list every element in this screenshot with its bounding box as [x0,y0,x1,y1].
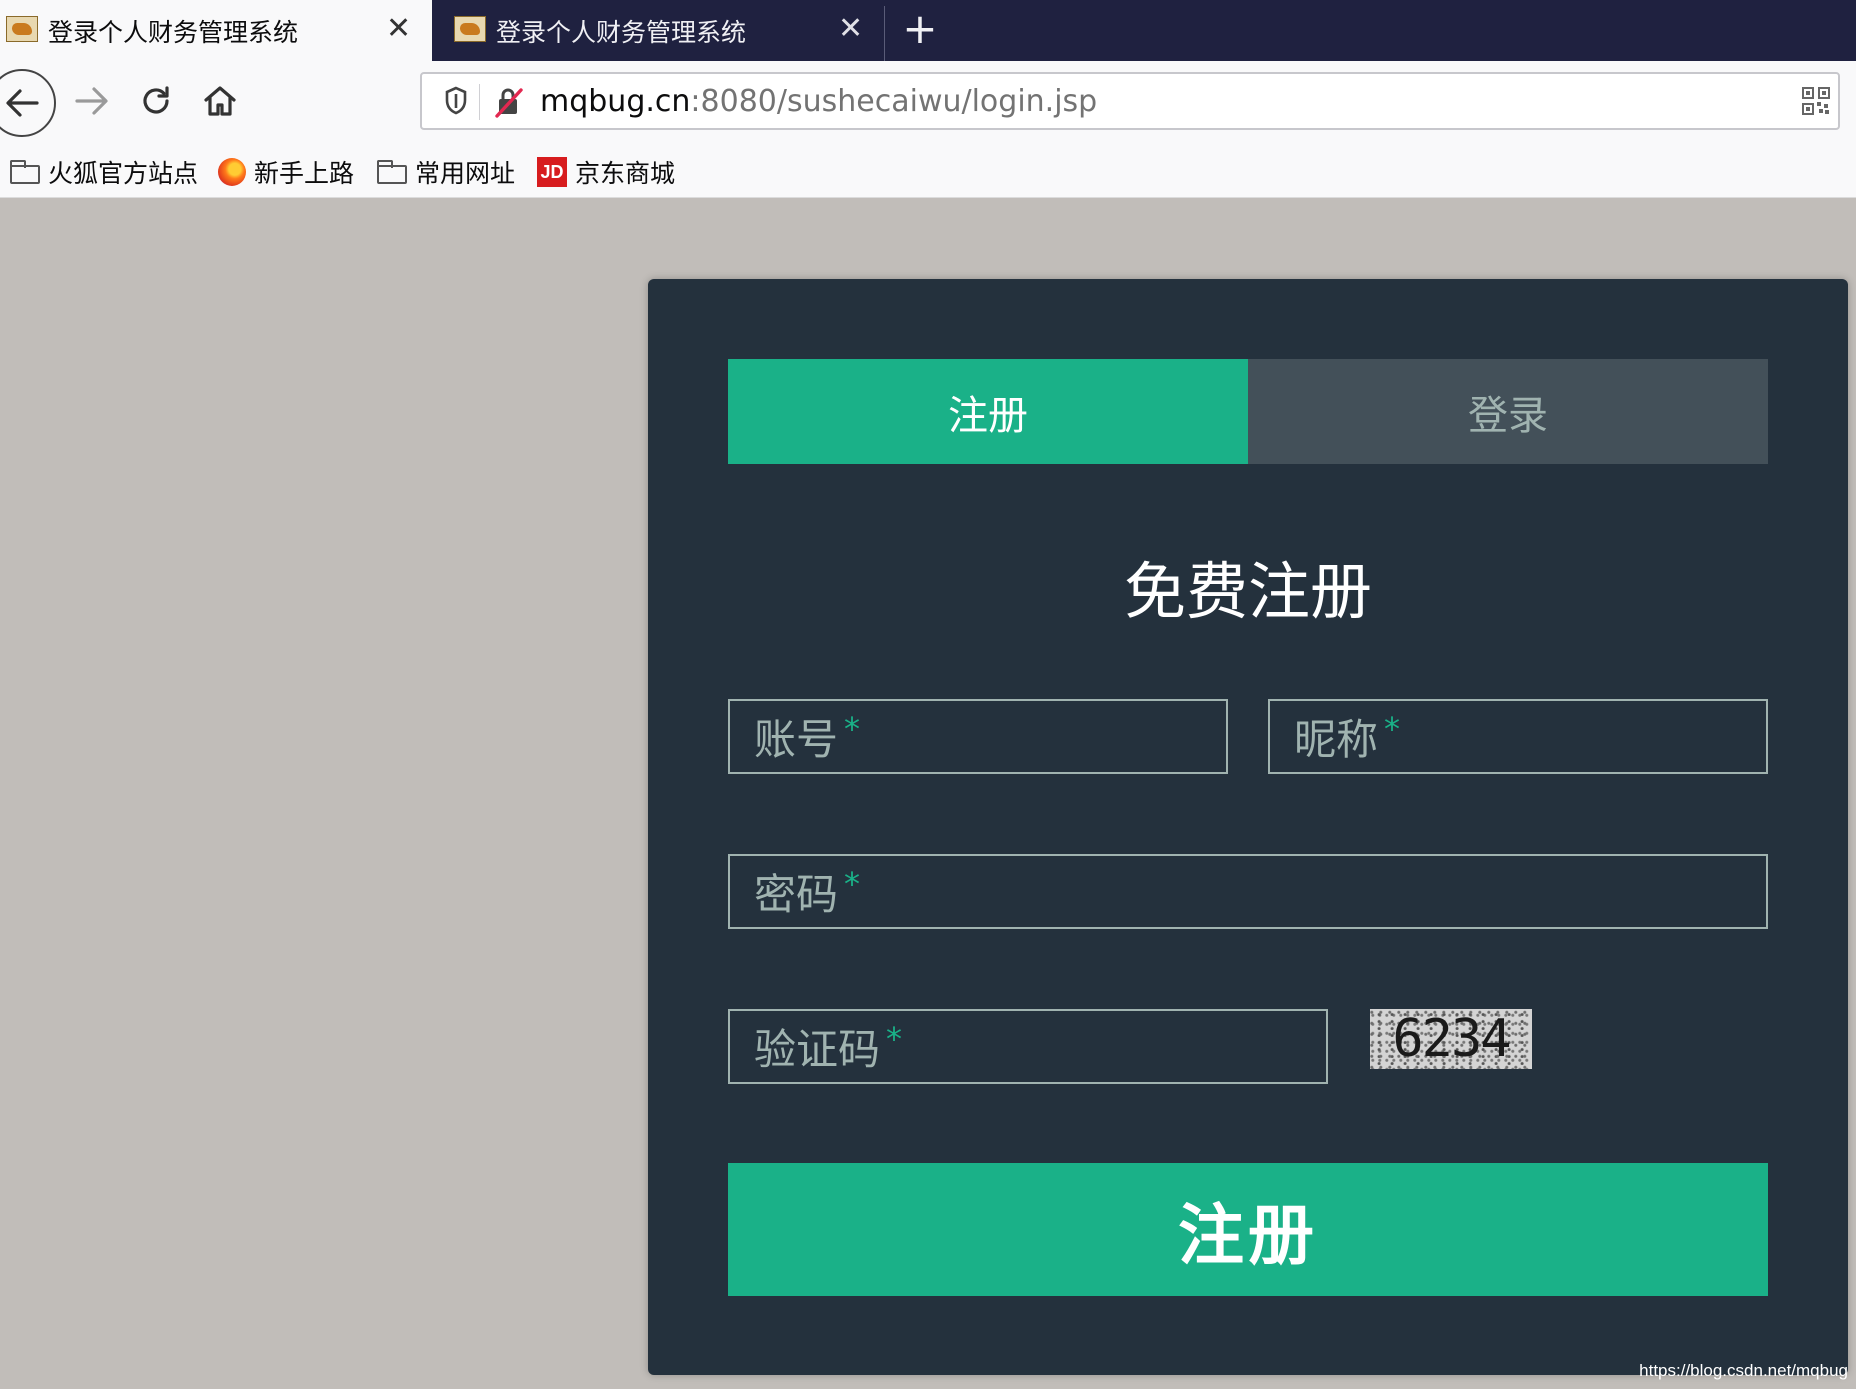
arrow-right-icon [75,87,108,115]
insecure-lock-icon[interactable] [494,86,524,118]
new-tab-button[interactable]: + [900,8,940,52]
bookmark-common-sites[interactable]: 常用网址 [377,154,515,190]
address-bar[interactable]: mqbug.cn:8080/sushecaiwu/login.jsp [420,72,1840,130]
account-placeholder: 账号 [754,715,839,764]
tomcat-favicon-icon [454,16,486,42]
home-icon [204,86,236,116]
address-bar-divider [479,84,480,120]
form-tab-group: 注册 登录 [728,359,1768,464]
navigation-toolbar: mqbug.cn:8080/sushecaiwu/login.jsp [0,61,1856,140]
tab-register[interactable]: 注册 [728,359,1248,464]
tab-title: 登录个人财务管理系统 [496,17,747,47]
folder-icon [10,160,40,184]
browser-tab[interactable]: 登录个人财务管理系统 ✕ [434,0,884,61]
register-form-panel: 注册 登录 免费注册 账号 * 昵称 * 密码 * 验证码 * 6234 注册 [648,279,1848,1375]
tab-login[interactable]: 登录 [1248,359,1768,464]
form-heading: 免费注册 [1123,555,1372,628]
folder-icon [377,160,407,184]
password-field[interactable]: 密码 * [728,854,1768,929]
required-mark: * [1384,709,1401,748]
url-text[interactable]: mqbug.cn:8080/sushecaiwu/login.jsp [540,84,1097,119]
jd-icon: JD [537,157,567,187]
tab-strip: 登录个人财务管理系统 ✕ 登录个人财务管理系统 ✕ + [0,0,1856,61]
url-path: :8080/sushecaiwu/login.jsp [690,84,1098,119]
password-placeholder: 密码 [754,870,839,919]
url-host: mqbug.cn [540,84,691,119]
browser-tab-active[interactable]: 登录个人财务管理系统 ✕ [0,0,432,61]
reload-icon [143,86,169,114]
captcha-image[interactable]: 6234 [1370,1009,1532,1069]
close-tab-icon[interactable]: ✕ [386,14,411,44]
bookmark-label: 新手上路 [254,159,355,188]
register-submit-button[interactable]: 注册 [728,1163,1768,1296]
back-button[interactable] [0,69,56,137]
tracking-protection-shield-icon[interactable] [444,86,468,116]
bookmark-label: 火狐官方站点 [48,159,199,188]
tab-divider [884,6,885,61]
bookmark-jd-mall[interactable]: JD 京东商城 [537,154,675,190]
bookmark-label: 京东商城 [575,159,676,188]
reload-button[interactable] [136,77,176,125]
required-mark: * [844,864,861,903]
tab-title: 登录个人财务管理系统 [48,17,299,47]
firefox-icon [218,158,246,186]
captcha-field[interactable]: 验证码 * [728,1009,1328,1084]
home-button[interactable] [200,77,240,125]
required-mark: * [886,1019,903,1058]
nickname-field[interactable]: 昵称 * [1268,699,1768,774]
watermark: https://blog.csdn.net/mqbug [1639,1361,1848,1380]
account-field[interactable]: 账号 * [728,699,1228,774]
bookmark-label: 常用网址 [415,159,516,188]
qr-code-icon[interactable] [1802,87,1830,115]
bookmarks-toolbar: 火狐官方站点 新手上路 常用网址 JD 京东商城 [0,140,1856,198]
bookmark-firefox-official[interactable]: 火狐官方站点 [10,154,198,190]
nickname-placeholder: 昵称 [1294,715,1379,764]
required-mark: * [844,709,861,748]
arrow-left-icon [6,89,39,117]
forward-button[interactable] [72,77,112,125]
bookmark-getting-started[interactable]: 新手上路 [218,154,354,190]
captcha-placeholder: 验证码 [754,1025,881,1074]
close-tab-icon[interactable]: ✕ [838,14,863,44]
tomcat-favicon-icon [6,16,38,42]
